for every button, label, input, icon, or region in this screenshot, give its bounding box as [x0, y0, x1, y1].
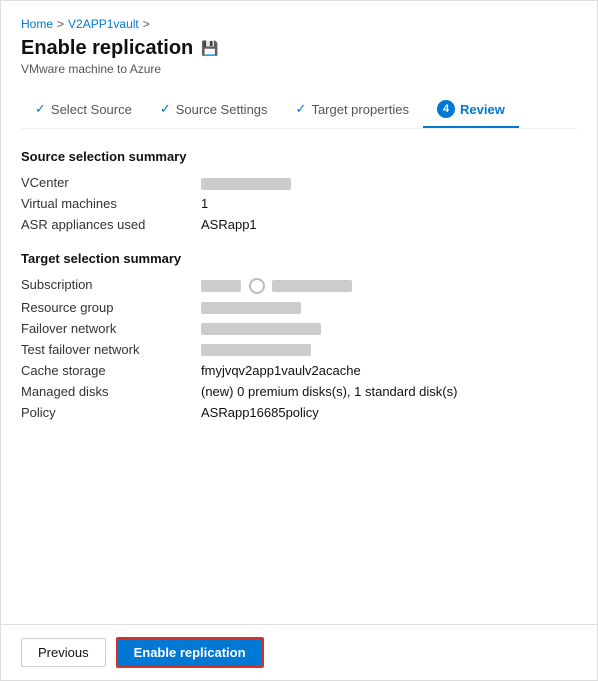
table-row: VCenter — [21, 172, 577, 193]
subscription-circle — [249, 278, 265, 294]
breadcrumb-home[interactable]: Home — [21, 17, 53, 31]
target-summary-title: Target selection summary — [21, 251, 577, 266]
check-icon-select-source: ✓ — [35, 101, 46, 117]
table-row: Virtual machines 1 — [21, 193, 577, 214]
asr-appliances-label: ASR appliances used — [21, 217, 201, 232]
page-title: Enable replication — [21, 37, 193, 60]
managed-disks-value: (new) 0 premium disks(s), 1 standard dis… — [201, 384, 577, 399]
breadcrumb-sep1: > — [57, 17, 64, 31]
vcenter-value — [201, 175, 577, 190]
tab-review-label: Review — [460, 102, 505, 117]
test-failover-label: Test failover network — [21, 342, 201, 357]
step-num-review: 4 — [437, 100, 455, 118]
failover-network-blur — [201, 323, 321, 335]
breadcrumb: Home > V2APP1vault > — [21, 17, 577, 31]
policy-value: ASRapp16685policy — [201, 405, 577, 420]
test-failover-blur — [201, 344, 311, 356]
table-row: Managed disks (new) 0 premium disks(s), … — [21, 381, 577, 402]
failover-network-value — [201, 321, 577, 336]
tab-source-settings-label: Source Settings — [176, 102, 268, 117]
asr-appliances-value: ASRapp1 — [201, 217, 577, 232]
enable-replication-button[interactable]: Enable replication — [116, 637, 264, 668]
resource-group-blur — [201, 302, 301, 314]
steps-nav: ✓ Select Source ✓ Source Settings ✓ Targ… — [21, 92, 577, 129]
check-icon-source-settings: ✓ — [160, 101, 171, 117]
failover-network-label: Failover network — [21, 321, 201, 336]
page-subtitle: VMware machine to Azure — [21, 62, 577, 76]
resource-group-value — [201, 300, 577, 315]
cache-storage-label: Cache storage — [21, 363, 201, 378]
table-row: Policy ASRapp16685policy — [21, 402, 577, 423]
table-row: Subscription — [21, 274, 577, 297]
virtual-machines-value: 1 — [201, 196, 577, 211]
table-row: Test failover network — [21, 339, 577, 360]
tab-review[interactable]: 4 Review — [423, 92, 519, 128]
test-failover-value — [201, 342, 577, 357]
footer: Previous Enable replication — [1, 624, 597, 680]
source-summary-table: VCenter Virtual machines 1 ASR appliance… — [21, 172, 577, 235]
tab-source-settings[interactable]: ✓ Source Settings — [146, 93, 282, 127]
cache-storage-value: fmyjvqv2app1vaulv2acache — [201, 363, 577, 378]
subscription-blur1 — [201, 280, 241, 292]
tab-select-source[interactable]: ✓ Select Source — [21, 93, 146, 127]
tab-target-properties-label: Target properties — [311, 102, 409, 117]
tab-target-properties[interactable]: ✓ Target properties — [282, 93, 423, 127]
breadcrumb-vault[interactable]: V2APP1vault — [68, 17, 139, 31]
vcenter-blur — [201, 178, 291, 190]
table-row: ASR appliances used ASRapp1 — [21, 214, 577, 235]
subscription-label: Subscription — [21, 277, 201, 294]
table-row: Resource group — [21, 297, 577, 318]
breadcrumb-sep2: > — [143, 17, 150, 31]
tab-select-source-label: Select Source — [51, 102, 132, 117]
vcenter-label: VCenter — [21, 175, 201, 190]
source-summary-title: Source selection summary — [21, 149, 577, 164]
save-icon[interactable]: 💾 — [201, 40, 218, 57]
table-row: Cache storage fmyjvqv2app1vaulv2acache — [21, 360, 577, 381]
virtual-machines-label: Virtual machines — [21, 196, 201, 211]
resource-group-label: Resource group — [21, 300, 201, 315]
subscription-value — [201, 277, 577, 294]
subscription-blur2 — [272, 280, 352, 292]
managed-disks-label: Managed disks — [21, 384, 201, 399]
policy-label: Policy — [21, 405, 201, 420]
table-row: Failover network — [21, 318, 577, 339]
check-icon-target-properties: ✓ — [296, 101, 307, 117]
target-summary-table: Subscription Resource group Failover net… — [21, 274, 577, 423]
previous-button[interactable]: Previous — [21, 638, 106, 667]
